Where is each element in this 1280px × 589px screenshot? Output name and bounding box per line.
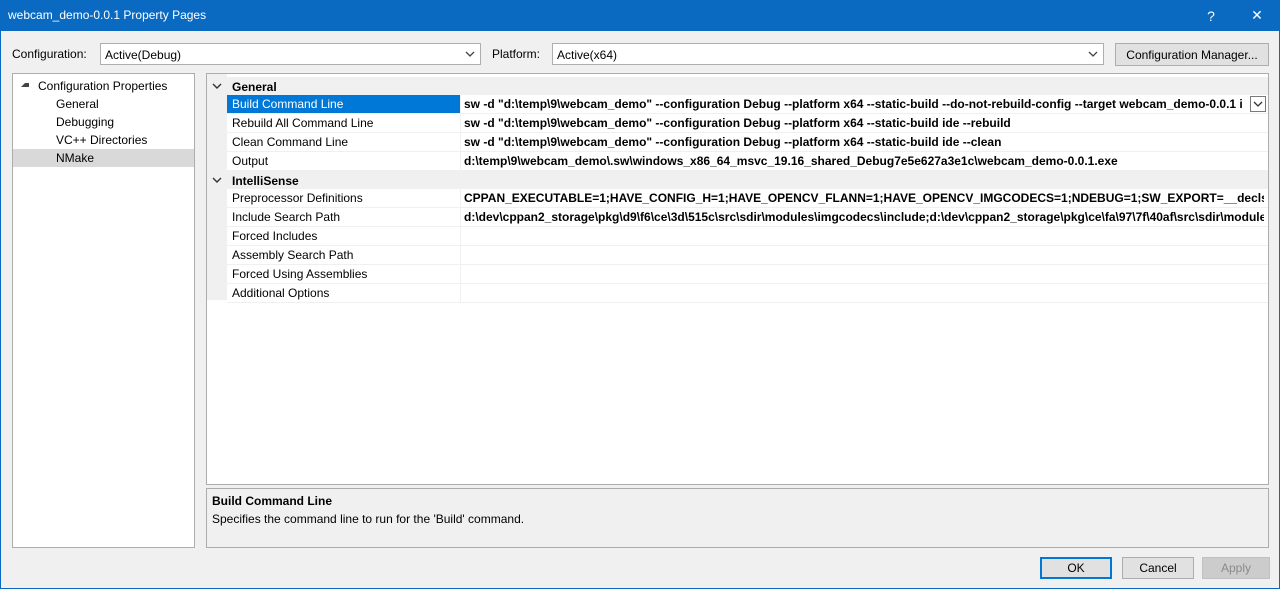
column-divider — [460, 133, 461, 152]
platform-label: Platform: — [492, 47, 541, 61]
property-row[interactable]: Preprocessor Definitions CPPAN_EXECUTABL… — [227, 189, 1268, 208]
property-value[interactable] — [464, 284, 1264, 302]
property-name: Include Search Path — [232, 210, 341, 224]
configuration-label: Configuration: — [12, 47, 87, 61]
column-divider — [460, 227, 461, 246]
collapse-chevron-icon[interactable] — [211, 80, 223, 92]
configuration-dropdown[interactable]: Active(Debug) — [100, 43, 481, 65]
property-tree: Configuration Properties General Debuggi… — [12, 73, 195, 548]
window-title: webcam_demo-0.0.1 Property Pages — [8, 8, 207, 22]
property-value[interactable]: d:\temp\9\webcam_demo\.sw\windows_x86_64… — [464, 152, 1264, 170]
configuration-value: Active(Debug) — [105, 48, 182, 62]
property-name: Rebuild All Command Line — [232, 116, 374, 130]
property-row[interactable]: Include Search Path d:\dev\cppan2_storag… — [227, 208, 1268, 227]
chevron-down-icon — [1088, 51, 1098, 57]
description-title: Build Command Line — [212, 494, 332, 508]
value-dropdown-button[interactable] — [1250, 96, 1266, 112]
tree-item-general[interactable]: General — [13, 95, 194, 113]
column-divider — [460, 265, 461, 284]
ok-button[interactable]: OK — [1040, 557, 1112, 579]
help-button[interactable]: ? — [1188, 0, 1234, 31]
property-value[interactable] — [464, 246, 1264, 264]
property-row[interactable]: Forced Using Assemblies — [227, 265, 1268, 284]
property-value[interactable]: sw -d "d:\temp\9\webcam_demo" --configur… — [464, 133, 1264, 151]
property-grid: General Build Command Line sw -d "d:\tem… — [206, 73, 1269, 485]
column-divider — [460, 208, 461, 227]
tree-item-label: VC++ Directories — [56, 133, 148, 147]
collapse-chevron-icon[interactable] — [211, 174, 223, 186]
property-row[interactable]: Rebuild All Command Line sw -d "d:\temp\… — [227, 114, 1268, 133]
property-value[interactable]: sw -d "d:\temp\9\webcam_demo" --configur… — [464, 114, 1264, 132]
property-name: Clean Command Line — [232, 135, 349, 149]
apply-button[interactable]: Apply — [1202, 557, 1270, 579]
property-value[interactable] — [464, 227, 1264, 245]
cancel-button[interactable]: Cancel — [1122, 557, 1194, 579]
close-button[interactable]: ✕ — [1234, 0, 1280, 31]
property-row[interactable]: Forced Includes — [227, 227, 1268, 246]
property-row[interactable]: Clean Command Line sw -d "d:\temp\9\webc… — [227, 133, 1268, 152]
category-label: General — [232, 80, 277, 94]
tree-root-configuration-properties[interactable]: Configuration Properties — [13, 77, 194, 95]
tree-item-vc-directories[interactable]: VC++ Directories — [13, 131, 194, 149]
category-intellisense[interactable]: IntelliSense — [207, 171, 1268, 189]
property-value[interactable]: sw -d "d:\temp\9\webcam_demo" --configur… — [464, 95, 1242, 113]
platform-value: Active(x64) — [557, 48, 618, 62]
property-row[interactable]: Additional Options — [227, 284, 1268, 303]
column-divider — [460, 284, 461, 303]
property-name: Build Command Line — [227, 95, 460, 113]
property-name: Assembly Search Path — [232, 248, 354, 262]
column-divider — [460, 189, 461, 208]
tree-item-label: NMake — [56, 151, 95, 165]
description-panel: Build Command Line Specifies the command… — [206, 488, 1269, 548]
property-value[interactable] — [464, 265, 1264, 283]
property-name: Additional Options — [232, 286, 330, 300]
chevron-down-icon — [1253, 101, 1263, 107]
tree-root-label: Configuration Properties — [38, 79, 168, 93]
tree-item-label: Debugging — [56, 115, 115, 129]
configuration-manager-button[interactable]: Configuration Manager... — [1115, 43, 1269, 66]
property-row[interactable]: Assembly Search Path — [227, 246, 1268, 265]
tree-item-nmake[interactable]: NMake — [13, 149, 194, 167]
property-name: Preprocessor Definitions — [232, 191, 363, 205]
title-bar: webcam_demo-0.0.1 Property Pages ? ✕ — [0, 0, 1280, 31]
property-row[interactable]: Build Command Line sw -d "d:\temp\9\webc… — [227, 95, 1268, 114]
property-name: Forced Using Assemblies — [232, 267, 368, 281]
platform-dropdown[interactable]: Active(x64) — [552, 43, 1104, 65]
column-divider — [460, 246, 461, 265]
tree-item-label: General — [56, 97, 99, 111]
expanded-triangle-icon[interactable] — [21, 83, 29, 87]
property-row[interactable]: Output d:\temp\9\webcam_demo\.sw\windows… — [227, 152, 1268, 171]
property-value[interactable]: CPPAN_EXECUTABLE=1;HAVE_CONFIG_H=1;HAVE_… — [464, 189, 1264, 207]
property-name: Output — [232, 154, 269, 168]
tree-item-debugging[interactable]: Debugging — [13, 113, 194, 131]
column-divider — [460, 95, 461, 114]
category-general[interactable]: General — [207, 77, 1268, 95]
chevron-down-icon — [465, 51, 475, 57]
property-name: Forced Includes — [232, 229, 318, 243]
column-divider — [460, 152, 461, 171]
column-divider — [460, 114, 461, 133]
property-value[interactable]: d:\dev\cppan2_storage\pkg\d9\f6\ce\3d\51… — [464, 208, 1264, 226]
category-label: IntelliSense — [232, 174, 299, 188]
description-text: Specifies the command line to run for th… — [212, 512, 525, 526]
